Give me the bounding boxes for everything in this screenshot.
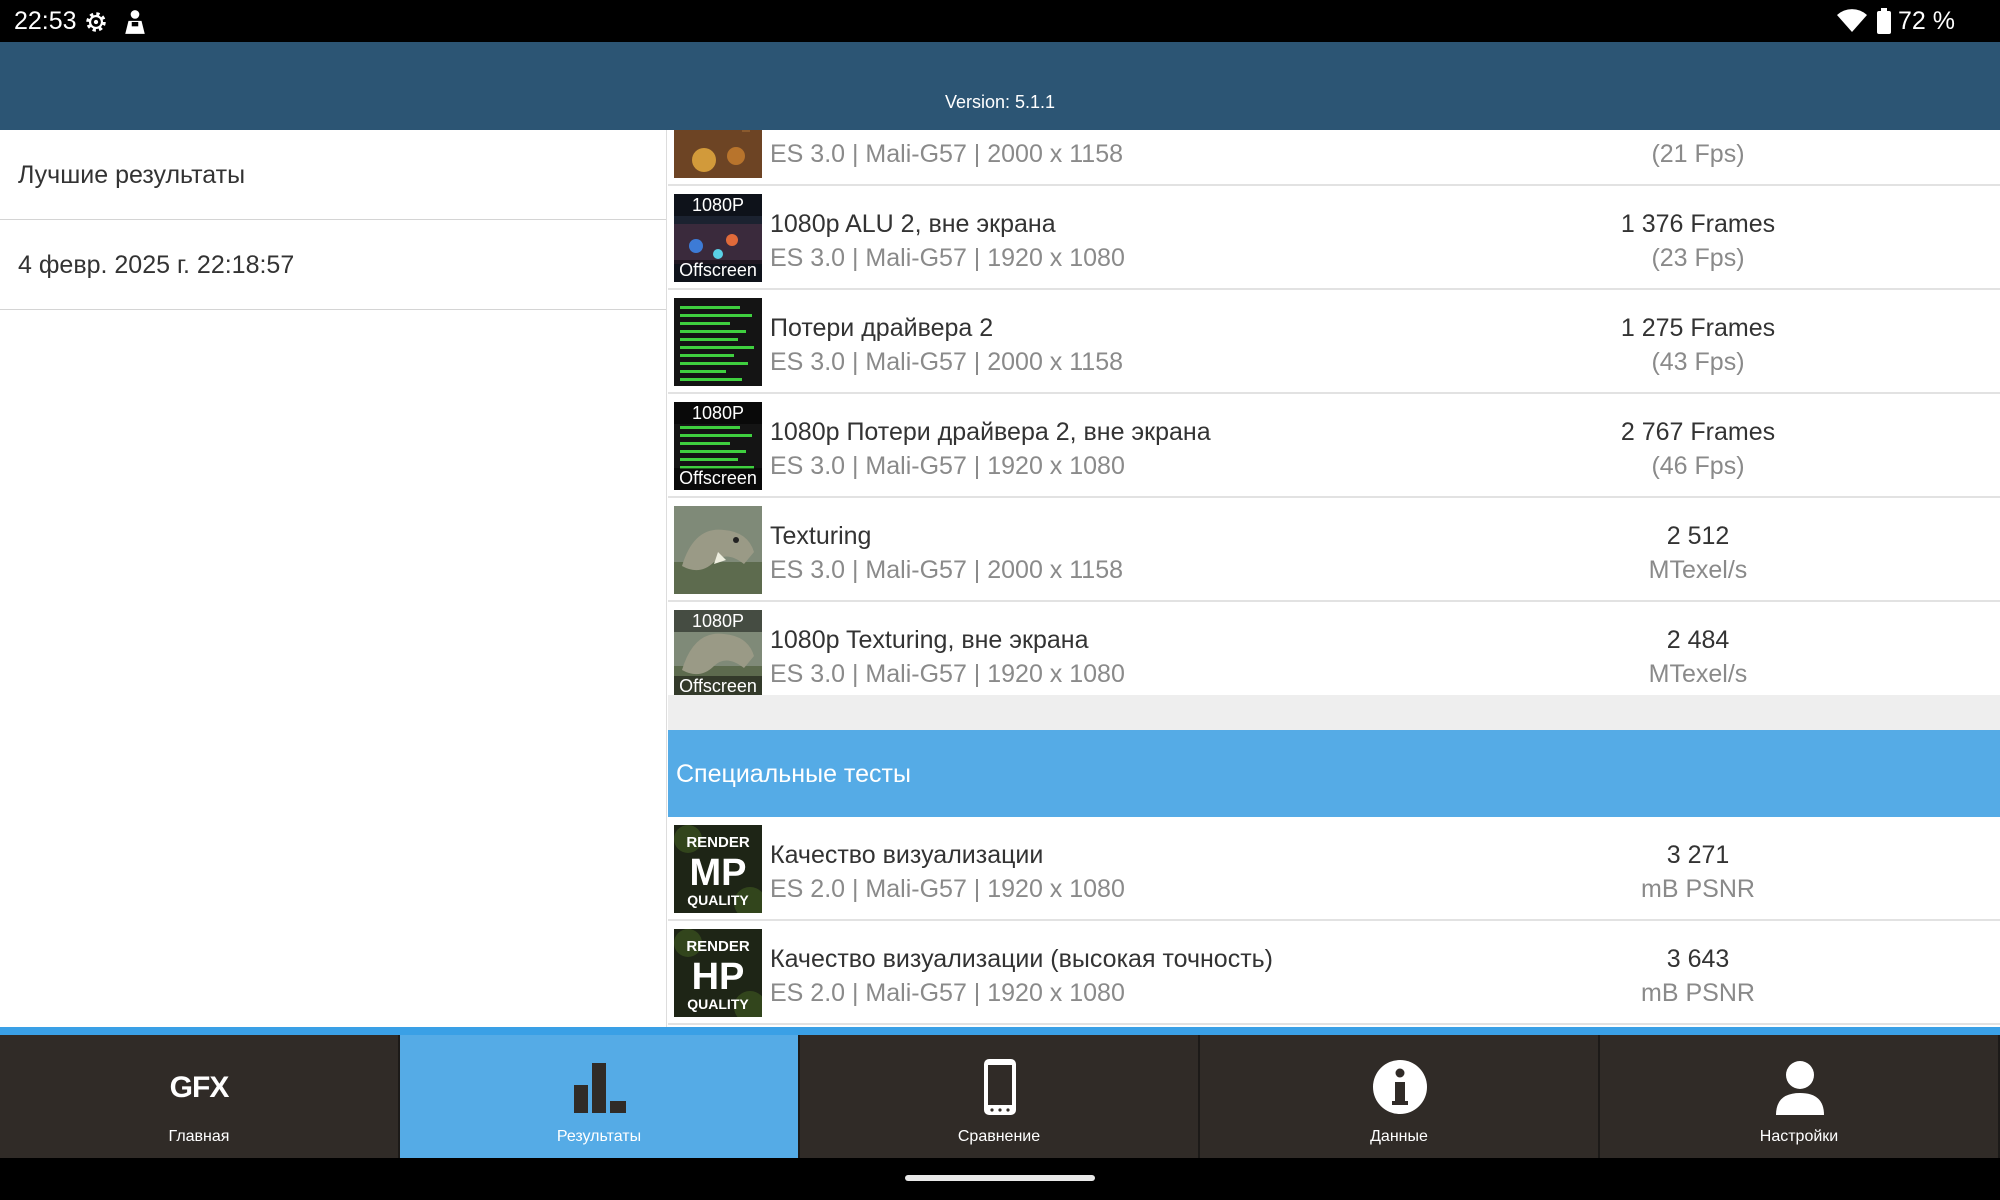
- result-row[interactable]: 1080P Offscreen 1080p Потери драйвера 2, …: [668, 394, 2000, 498]
- result-value: 1 275 Frames: [1620, 314, 1776, 342]
- result-unit: (46 Fps): [1651, 452, 1745, 480]
- result-name: 1080p Потери драйвера 2, вне экрана: [770, 418, 1211, 446]
- result-row[interactable]: Потери драйвера 2 ES 3.0 | Mali-G57 | 20…: [668, 290, 2000, 394]
- nav-label: Результаты: [556, 1128, 642, 1145]
- result-name: 1080p ALU 2, вне экрана: [770, 210, 1056, 238]
- gear-icon: [86, 12, 106, 32]
- status-bar: 22:53 72 %: [0, 0, 2000, 42]
- result-name: Качество визуализации (высокая точность): [770, 945, 1274, 973]
- results-list[interactable]: ES 3.0 | Mali-G57 | 2000 x 1158 (21 Fps)…: [668, 130, 2000, 1027]
- offscreen-badge: Offscreen: [679, 260, 757, 280]
- result-value: 2 484: [1666, 626, 1730, 654]
- res-badge: 1080P: [692, 403, 744, 423]
- best-results-label: Лучшие результаты: [18, 161, 246, 189]
- result-name: Качество визуализации: [770, 841, 1044, 869]
- hp-label: HP: [692, 956, 745, 998]
- screen: 22:53 72 % Version: 5.1.1 Лучшие результ…: [0, 0, 2000, 1200]
- phone-icon: [984, 1059, 1016, 1115]
- quality-label: QUALITY: [687, 892, 749, 908]
- nav-label: Настройки: [1759, 1128, 1839, 1145]
- result-value: 2 512: [1666, 522, 1730, 550]
- user-silhouette-icon: [125, 10, 145, 34]
- result-name: Потери драйвера 2: [770, 314, 994, 342]
- nav-home[interactable]: GFX Главная: [0, 1035, 400, 1158]
- result-unit: (43 Fps): [1651, 348, 1745, 376]
- bar-chart-icon: [574, 1063, 626, 1113]
- nav-label: Главная: [168, 1128, 230, 1145]
- section-gap: [668, 695, 2000, 730]
- gfx-logo: GFX: [169, 1071, 230, 1104]
- result-details: ES 2.0 | Mali-G57 | 1920 x 1080: [770, 979, 1125, 1007]
- result-row[interactable]: RENDER MP QUALITY Качество визуализации ES…: [668, 817, 2000, 921]
- result-name: Texturing: [770, 522, 872, 550]
- result-details: ES 3.0 | Mali-G57 | 2000 x 1158: [770, 348, 1124, 376]
- result-unit: mB PSNR: [1641, 979, 1755, 1007]
- home-gesture-handle[interactable]: [905, 1175, 1095, 1181]
- result-value: 3 271: [1666, 841, 1730, 869]
- res-badge: 1080P: [692, 195, 744, 215]
- texturing-thumbnail: [674, 506, 762, 594]
- render-label: RENDER: [686, 834, 750, 851]
- render-quality-mp-thumbnail: RENDER MP QUALITY: [674, 825, 762, 913]
- result-details: ES 3.0 | Mali-G57 | 1920 x 1080: [770, 660, 1125, 688]
- battery-percent: 72 %: [1898, 7, 1955, 35]
- result-unit: (21 Fps): [1651, 140, 1745, 168]
- result-value: 1 376 Frames: [1620, 210, 1776, 238]
- result-row[interactable]: ES 3.0 | Mali-G57 | 2000 x 1158 (21 Fps): [668, 130, 2000, 186]
- info-icon: [1373, 1060, 1427, 1114]
- nav-label: Сравнение: [957, 1128, 1041, 1145]
- mp-label: MP: [690, 852, 747, 894]
- result-details: ES 3.0 | Mali-G57 | 1920 x 1080: [770, 452, 1125, 480]
- nav-label: Данные: [1370, 1128, 1428, 1145]
- special-tests-header: Специальные тесты: [668, 730, 2000, 817]
- alu-thumbnail: [674, 130, 762, 178]
- special-results-rows: RENDER MP QUALITY Качество визуализации ES…: [668, 817, 2000, 1025]
- result-row[interactable]: Texturing ES 3.0 | Mali-G57 | 2000 x 115…: [668, 498, 2000, 602]
- result-unit: mB PSNR: [1641, 875, 1755, 903]
- best-results-item[interactable]: Лучшие результаты: [0, 130, 666, 220]
- render-label: RENDER: [686, 938, 750, 955]
- result-value: 2 767 Frames: [1620, 418, 1776, 446]
- result-details: ES 2.0 | Mali-G57 | 1920 x 1080: [770, 875, 1125, 903]
- session-date-label: 4 февр. 2025 г. 22:18:57: [18, 251, 295, 279]
- result-unit: MTexel/s: [1648, 660, 1748, 688]
- result-unit: (23 Fps): [1651, 244, 1745, 272]
- driver-overhead-thumbnail: [674, 298, 762, 386]
- nav-results[interactable]: Результаты: [400, 1035, 800, 1158]
- wifi-icon: [1837, 9, 1867, 32]
- nav-accent-strip: [0, 1027, 2000, 1035]
- session-date-item[interactable]: 4 февр. 2025 г. 22:18:57: [0, 220, 666, 310]
- result-row[interactable]: 1080P Offscreen 1080p ALU 2, вне экрана E…: [668, 186, 2000, 290]
- alu-offscreen-thumbnail: 1080P Offscreen: [674, 194, 762, 282]
- nav-info[interactable]: Данные: [1200, 1035, 1600, 1158]
- special-tests-title: Специальные тесты: [676, 760, 911, 788]
- result-unit: MTexel/s: [1648, 556, 1748, 584]
- offscreen-badge: Offscreen: [679, 468, 757, 488]
- battery-icon: [1877, 8, 1891, 34]
- quality-label: QUALITY: [687, 996, 749, 1012]
- nav-settings[interactable]: Настройки: [1600, 1035, 2000, 1158]
- bottom-navigation: GFX Главная Результаты Сравнение Данные …: [0, 1035, 2000, 1158]
- offscreen-badge: Offscreen: [679, 676, 757, 696]
- status-time: 22:53: [14, 7, 77, 35]
- result-row[interactable]: RENDER HP QUALITY Качество визуализации (в…: [668, 921, 2000, 1025]
- result-value: 3 643: [1666, 945, 1730, 973]
- result-row[interactable]: 1080P Offscreen 1080p Texturing, вне экра…: [668, 602, 2000, 706]
- result-name: 1080p Texturing, вне экрана: [770, 626, 1089, 654]
- nav-compare[interactable]: Сравнение: [800, 1035, 1200, 1158]
- person-icon: [1776, 1061, 1824, 1115]
- res-badge: 1080P: [692, 611, 744, 631]
- results-rows: ES 3.0 | Mali-G57 | 2000 x 1158 (21 Fps)…: [668, 130, 2000, 706]
- left-pane: Лучшие результаты 4 февр. 2025 г. 22:18:…: [0, 130, 667, 1027]
- version-label: Version: 5.1.1: [944, 92, 1056, 112]
- texturing-offscreen-thumbnail: 1080P Offscreen: [674, 610, 762, 698]
- render-quality-hp-thumbnail: RENDER HP QUALITY: [674, 929, 762, 1017]
- driver-overhead-offscreen-thumbnail: 1080P Offscreen: [674, 402, 762, 490]
- app-header: Version: 5.1.1: [0, 42, 2000, 130]
- result-details: ES 3.0 | Mali-G57 | 2000 x 1158: [770, 556, 1124, 584]
- result-details: ES 3.0 | Mali-G57 | 2000 x 1158: [770, 140, 1124, 168]
- result-details: ES 3.0 | Mali-G57 | 1920 x 1080: [770, 244, 1125, 272]
- system-nav-bar: [0, 1158, 2000, 1200]
